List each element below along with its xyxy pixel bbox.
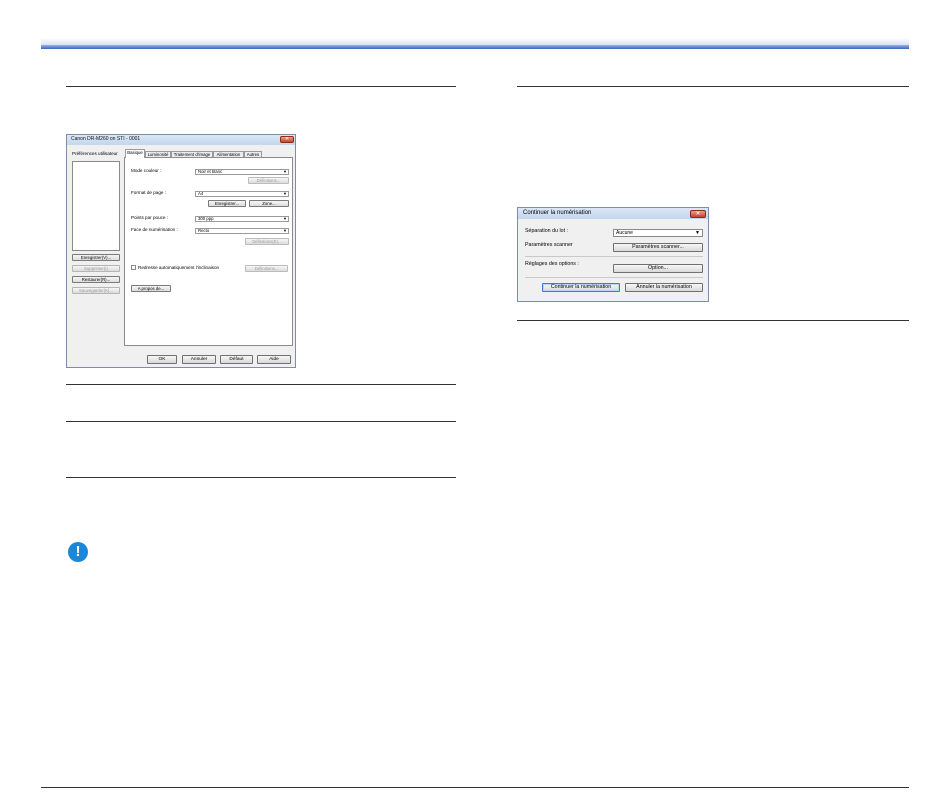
dpi-value: 300 ppp xyxy=(198,216,214,221)
face-definitions-button[interactable]: Définitions(E)... xyxy=(245,238,289,245)
face-value: Recto xyxy=(198,228,210,233)
chevron-down-icon: ▼ xyxy=(283,228,287,233)
continue-scan-dialog: Continuer la numérisation ✕ Séparation d… xyxy=(517,207,709,302)
scanner-params-label: Paramètres scanner xyxy=(525,242,573,248)
cancel-button[interactable]: Annuler xyxy=(182,355,216,364)
backup-button[interactable]: Sauvegarder(K)... xyxy=(72,287,120,294)
deskew-definitions-button[interactable]: Définitions... xyxy=(245,265,288,272)
cancel-scan-button[interactable]: Annuler la numérisation xyxy=(625,283,703,292)
batch-separation-value: Aucune xyxy=(616,230,633,236)
deskew-checkbox[interactable] xyxy=(131,265,136,270)
close-button[interactable]: ✕ xyxy=(280,136,294,143)
section-rule xyxy=(66,421,456,422)
deskew-label: Redresse automatiquement l'inclinaison xyxy=(138,265,220,270)
section-rule xyxy=(66,384,456,385)
mode-label: Mode couleur : xyxy=(131,168,162,173)
section-rule xyxy=(517,86,909,87)
header-glow xyxy=(41,38,909,45)
dialog-titlebar: Continuer la numérisation xyxy=(518,208,708,219)
user-prefs-label: Préférences utilisateur xyxy=(72,151,118,156)
about-button[interactable]: A propos de... xyxy=(131,285,171,292)
mode-select[interactable]: Noir et blanc ▼ xyxy=(195,169,289,175)
face-label: Face de numérisation : xyxy=(131,227,178,232)
scanner-params-button[interactable]: Paramètres scanner... xyxy=(613,243,703,252)
footer-rule xyxy=(41,787,909,788)
divider xyxy=(525,256,703,257)
header-bar xyxy=(41,45,909,49)
section-rule xyxy=(66,477,456,478)
dialog-titlebar: Canon DR-M260 on STI - 0001 xyxy=(67,135,295,145)
mode-value: Noir et blanc xyxy=(198,169,223,174)
delete-button[interactable]: Supprimer(I) xyxy=(72,265,120,272)
important-icon: ! xyxy=(68,542,88,562)
zone-button[interactable]: Zone... xyxy=(249,200,289,207)
default-button[interactable]: Défaut xyxy=(220,355,253,364)
user-prefs-list[interactable] xyxy=(72,161,120,251)
dpi-label: Points par pouce : xyxy=(131,215,169,220)
tab-panel: Mode couleur : Noir et blanc ▼ Définitio… xyxy=(124,157,293,346)
dialog-title: Canon DR-M260 on STI - 0001 xyxy=(71,136,141,142)
face-select[interactable]: Recto ▼ xyxy=(195,228,289,234)
close-button[interactable]: ✕ xyxy=(690,210,706,218)
mode-definitions-button[interactable]: Définitions... xyxy=(248,177,289,184)
chevron-down-icon: ▼ xyxy=(695,230,700,236)
tab-basique[interactable]: Basique xyxy=(125,149,145,158)
chevron-down-icon: ▼ xyxy=(283,191,287,196)
option-button[interactable]: Option... xyxy=(613,264,703,273)
save-format-button[interactable]: Enregistrer... xyxy=(208,200,246,207)
scanner-settings-dialog: Canon DR-M260 on STI - 0001 ✕ Préférence… xyxy=(66,134,296,368)
section-rule xyxy=(517,320,909,321)
chevron-down-icon: ▼ xyxy=(283,216,287,221)
batch-separation-label: Séparation du lot : xyxy=(525,228,568,234)
options-label: Réglages des options : xyxy=(525,261,579,267)
dialog-title: Continuer la numérisation xyxy=(523,210,592,216)
format-value: A4 xyxy=(198,191,204,196)
section-rule xyxy=(66,86,456,87)
register-button[interactable]: Enregistrer(V)... xyxy=(72,254,120,261)
chevron-down-icon: ▼ xyxy=(283,169,287,174)
divider xyxy=(525,277,703,278)
ok-button[interactable]: OK xyxy=(147,355,177,364)
continue-scan-button[interactable]: Continuer la numérisation xyxy=(542,283,620,292)
help-button[interactable]: Aide xyxy=(257,355,291,364)
batch-separation-select[interactable]: Aucune ▼ xyxy=(613,229,703,237)
format-label: Format de page : xyxy=(131,190,166,195)
dpi-select[interactable]: 300 ppp ▼ xyxy=(195,216,289,222)
format-select[interactable]: A4 ▼ xyxy=(195,191,289,197)
restore-button[interactable]: Restaurer(R)... xyxy=(72,276,120,283)
